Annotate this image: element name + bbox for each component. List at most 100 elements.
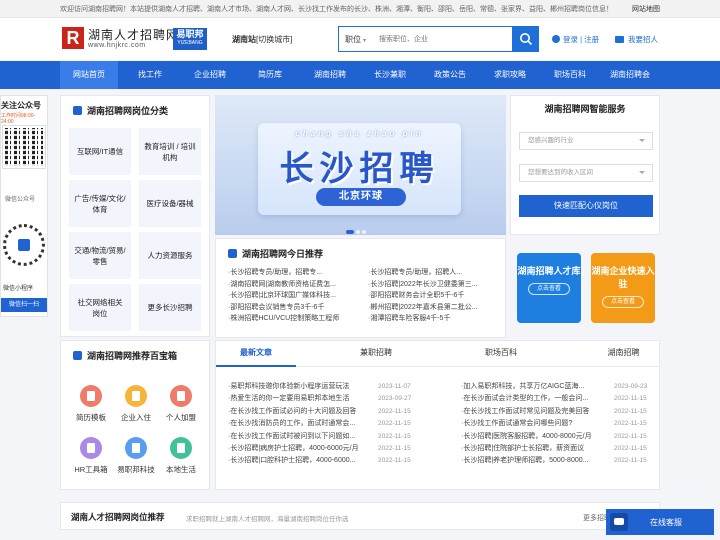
quick-match-button[interactable]: 快速匹配心仪岗位: [519, 195, 653, 217]
recommend-item[interactable]: ·长沙招聘专员/助理，招聘专...: [228, 267, 358, 279]
category-item[interactable]: 更多长沙招聘: [139, 284, 201, 331]
nav-policy[interactable]: 政策公告: [420, 61, 480, 89]
nav-hunan-recruit[interactable]: 湖南招聘: [300, 61, 360, 89]
news-item[interactable]: ·长沙招聘|口腔科护士招聘，4000-6000... 2022-11-15: [228, 455, 438, 467]
smart-service-title: 湖南招聘网智能服务: [544, 104, 626, 114]
banner-subtitle: 北京环球: [316, 188, 406, 206]
resume-template-item[interactable]: 简历模板: [69, 385, 113, 423]
news-title: ·长沙招聘|口腔科护士招聘，4000-6000...: [228, 457, 356, 465]
tab-hunan-recruit[interactable]: 湖南招聘: [586, 341, 661, 367]
nav-company-recruit[interactable]: 企业招聘: [180, 61, 240, 89]
news-date: 2022-11-15: [378, 457, 411, 465]
carousel-dot[interactable]: [346, 230, 354, 234]
recommend-item[interactable]: ·长沙招聘专员/助理，招聘人...: [368, 267, 498, 279]
news-item[interactable]: ·在长沙找工作面试必问的十大问题及回答 2022-11-15: [228, 406, 438, 418]
recommend-item[interactable]: ·长沙招聘|北京环球国广媒体科技...: [228, 290, 358, 302]
search-input[interactable]: [379, 32, 509, 47]
talent-pool-tile[interactable]: 湖南招聘人才库 点击查看: [517, 253, 581, 323]
category-item[interactable]: 交通/物流/贸易/零售: [69, 232, 131, 279]
news-title: ·长沙招聘|病房护士招聘，4000-6000元/月: [228, 445, 359, 453]
income-select[interactable]: 您想要达到的收入区间: [519, 164, 653, 182]
tab-latest[interactable]: 最新文章: [216, 341, 296, 367]
category-item[interactable]: 人力资源服务: [139, 232, 201, 279]
news-title: ·易职邦科技邀你体验新小程序运营玩法: [228, 383, 350, 390]
news-item[interactable]: ·在长沙找工作面试时被问到以下问题如... 2022-11-15: [228, 431, 438, 443]
category-item[interactable]: 教育培训 / 培训机构: [139, 128, 201, 175]
wechat-qr-code: [2, 125, 46, 169]
category-item[interactable]: 广告/传媒/文化/体育: [69, 180, 131, 227]
wechat-label: 微信公众号: [5, 197, 36, 203]
recommend-item[interactable]: ·邵阳招聘财务会计全职5千-6千: [368, 290, 498, 302]
news-tabs: 最新文章 兼职招聘 职场百科 湖南招聘: [216, 341, 659, 367]
category-item[interactable]: 社交网络相关岗位: [69, 284, 131, 331]
login-link[interactable]: 登录: [563, 35, 578, 44]
news-item[interactable]: ·加入易职邦科技，共享万亿AIGC蓝海... 2023-09-23: [461, 381, 671, 393]
news-date: 2022-11-15: [614, 420, 647, 428]
news-item[interactable]: ·长沙招聘|医院客服招聘，4000-8000元/月 2022-11-15: [461, 431, 671, 443]
nav-home[interactable]: 网站首页: [60, 61, 118, 89]
local-life-item[interactable]: 本地生活: [159, 437, 203, 475]
personal-join-item[interactable]: 个人加盟: [159, 385, 203, 423]
job-category-panel: 湖南招聘网岗位分类 互联网/IT通信 教育培训 / 培训机构 广告/传媒/文化/…: [60, 95, 210, 337]
nav-job-tips[interactable]: 求职攻略: [480, 61, 540, 89]
hr-toolbox-item[interactable]: HR工具箱: [69, 437, 113, 475]
yizhibang-tech-item[interactable]: 易职邦科技: [114, 437, 158, 475]
yizhibang-logo[interactable]: 易职邦 YIZEBANG: [173, 28, 207, 50]
news-item[interactable]: ·在长沙面试会计类型的工作，一般会问... 2022-11-15: [461, 393, 671, 405]
scan-button[interactable]: 微信扫一扫: [1, 298, 47, 312]
switch-city-link[interactable]: [切换城市]: [256, 35, 292, 44]
recommend-item[interactable]: ·株洲招聘HCU/VCU控制策略工程师: [228, 313, 358, 325]
login-register: 登录 | 注册: [552, 34, 599, 45]
recommend-item[interactable]: ·湖南招聘网|湖南教师资格证费怎...: [228, 279, 358, 291]
carousel-dot[interactable]: [362, 230, 366, 234]
news-item[interactable]: ·长沙找工作面试通常会问哪些问题? 2022-11-15: [461, 418, 671, 430]
job-recommend-subtitle: 求职招聘就上湖南人才招聘网，海量湖南招聘岗位任你选: [186, 516, 349, 523]
category-title: 湖南招聘网岗位分类: [73, 104, 168, 117]
smart-service-panel: 湖南招聘网智能服务 您感兴趣的行业 您想要达到的收入区间 快速匹配心仪岗位: [510, 95, 660, 235]
news-item[interactable]: ·长沙招聘|养老护理师招聘，5000-8000... 2022-11-15: [461, 455, 671, 467]
carousel-dot[interactable]: [356, 230, 360, 234]
company-join-item[interactable]: 企业入住: [114, 385, 158, 423]
view-company-button[interactable]: 点击查看: [602, 296, 644, 308]
recommend-item[interactable]: ·长沙招聘|2022年长沙卫健委第三...: [368, 279, 498, 291]
news-item[interactable]: ·在长沙找消防员的工作，面试时通常会... 2022-11-15: [228, 418, 438, 430]
logo-mark[interactable]: R: [62, 27, 84, 49]
tab-parttime[interactable]: 兼职招聘: [336, 341, 416, 367]
toolbox-item-label: 个人加盟: [166, 413, 196, 422]
city-switch[interactable]: 湖南站[切换城市]: [232, 34, 292, 45]
logo-title[interactable]: 湖南人才招聘网: [88, 26, 179, 43]
news-item[interactable]: ·易职邦科技邀你体验新小程序运营玩法 2023-11-07: [228, 381, 438, 393]
hire-link[interactable]: 我要招人: [615, 34, 658, 45]
recommend-item[interactable]: ·郴州招聘|2022年嘉禾县第二批公...: [368, 302, 498, 314]
view-talent-button[interactable]: 点击查看: [528, 283, 570, 295]
register-link[interactable]: 注册: [584, 35, 599, 44]
news-item[interactable]: ·热爱生活的你一定要用易职邦本地生活 2023-09-27: [228, 393, 438, 405]
search-button[interactable]: [513, 26, 539, 52]
nav-job-fair[interactable]: 湖南招聘会: [600, 61, 660, 89]
job-recommend-bar: 湖南人才招聘网岗位推荐 求职招聘就上湖南人才招聘网，海量湖南招聘岗位任你选 更多…: [60, 502, 660, 530]
tab-career-wiki[interactable]: 职场百科: [461, 341, 541, 367]
online-service-button[interactable]: 在线客服: [606, 509, 714, 535]
company-join-tile[interactable]: 湖南企业快速入驻 点击查看: [591, 253, 655, 323]
nav-changsha-parttime[interactable]: 长沙兼职: [360, 61, 420, 89]
news-item[interactable]: ·长沙招聘|病房护士招聘，4000-6000元/月 2022-11-15: [228, 443, 438, 455]
toolbox-item-label: 简历模板: [76, 413, 106, 422]
category-item[interactable]: 医疗设备/器械: [139, 180, 201, 227]
search-category-select[interactable]: 职位 ▾: [345, 34, 366, 45]
recommend-item[interactable]: ·邵阳招聘会议销售专员3千-6千: [228, 302, 358, 314]
news-item[interactable]: ·长沙招聘|住院部护士长招聘，薪资面议 2022-11-15: [461, 443, 671, 455]
online-service-label: 在线客服: [650, 518, 682, 527]
industry-select[interactable]: 您感兴趣的行业: [519, 132, 653, 150]
news-date: 2022-11-15: [378, 445, 411, 453]
sitemap-link[interactable]: 网站地图: [632, 4, 660, 14]
welcome-notice: 欢迎访问湖南招聘网！本站提供湖南人才招聘、湖南人才市场、湖南人才网、长沙找工作发…: [60, 6, 613, 13]
nav-career-wiki[interactable]: 职场百科: [540, 61, 600, 89]
category-item[interactable]: 互联网/IT通信: [69, 128, 131, 175]
banner-carousel[interactable]: chang sha zhao pin 长沙招聘 北京环球: [215, 95, 506, 235]
header: R 湖南人才招聘网 www.hnjkrc.com 易职邦 YIZEBANG 湖南站…: [0, 18, 720, 60]
recommend-item[interactable]: ·湘潭招聘车险客服4千-5千: [368, 313, 498, 325]
nav-resume-library[interactable]: 简历库: [240, 61, 300, 89]
news-item[interactable]: ·在长沙找工作面试时常见问题及完美回答 2022-11-15: [461, 406, 671, 418]
tech-icon: [125, 437, 147, 459]
nav-find-job[interactable]: 找工作: [120, 61, 180, 89]
